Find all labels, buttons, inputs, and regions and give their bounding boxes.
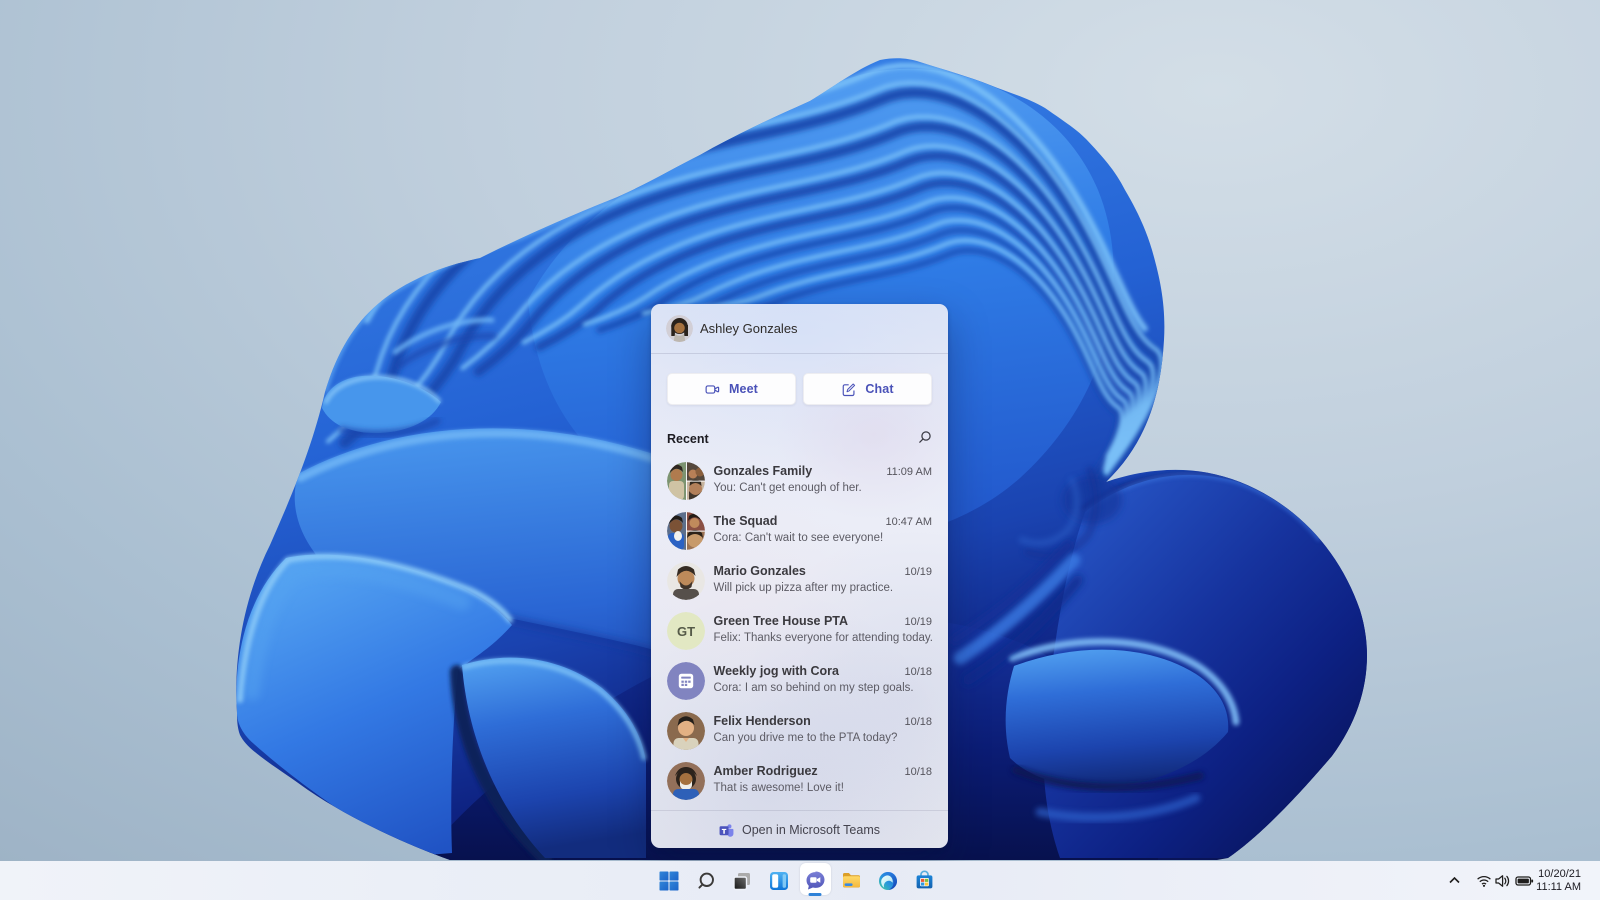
svg-text:GT: GT bbox=[677, 624, 695, 639]
